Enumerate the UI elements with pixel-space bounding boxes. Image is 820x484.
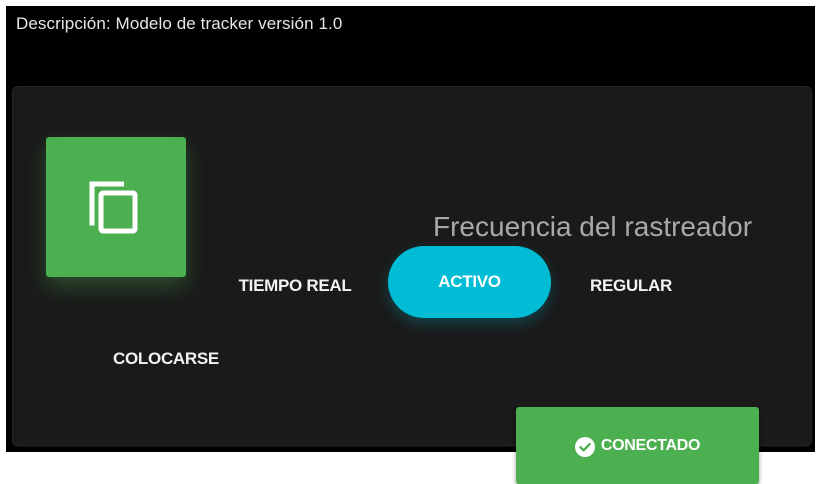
check-circle-icon [574, 437, 595, 457]
copy-icon [89, 181, 138, 234]
tracker-card: Frecuencia del rastreador TIEMPO REAL AC… [12, 86, 812, 484]
connected-button[interactable]: CONECTADO [516, 407, 759, 484]
tracker-frequency-title: Frecuencia del rastreador [433, 211, 753, 242]
option-regular[interactable]: REGULAR [581, 271, 681, 301]
copy-icon-tile [46, 137, 186, 277]
option-activo[interactable]: ACTIVO [388, 246, 551, 318]
tracker-panel: Descripción: Modelo de tracker versión 1… [6, 6, 815, 484]
option-tiempo-real[interactable]: TIEMPO REAL [227, 271, 363, 301]
connected-button-label: CONECTADO [600, 436, 701, 454]
option-colocarse[interactable]: COLOCARSE [101, 344, 231, 374]
description-text: Descripción: Modelo de tracker versión 1… [16, 14, 343, 33]
